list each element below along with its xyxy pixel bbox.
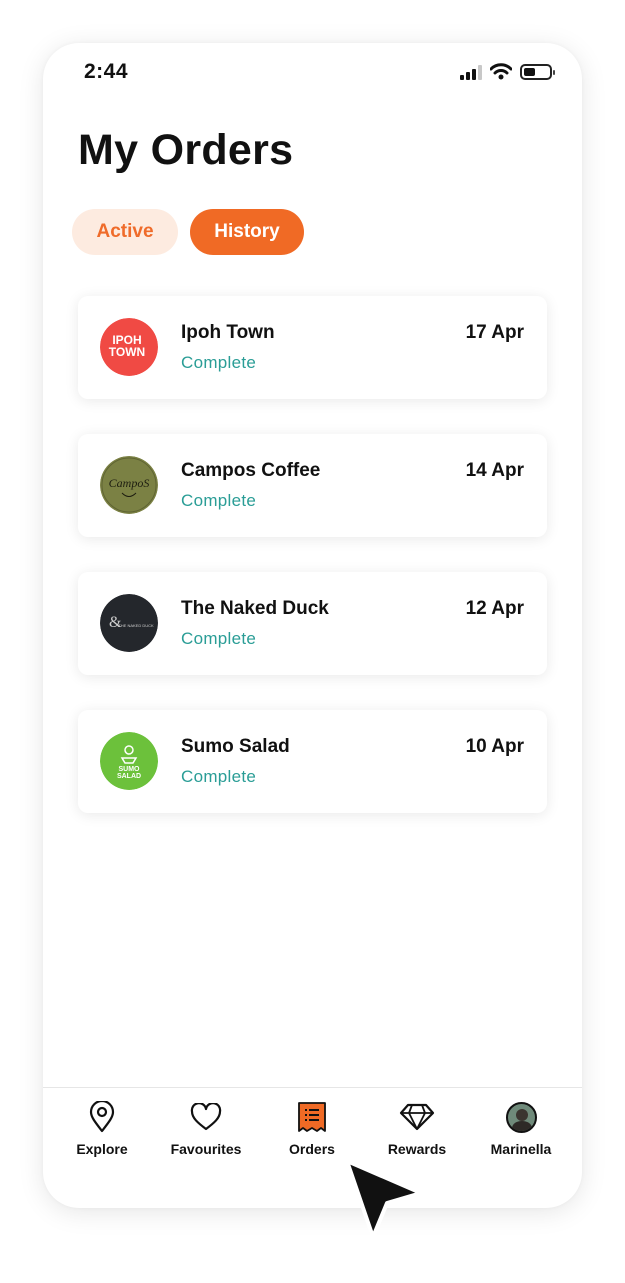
orders-list: IPOH TOWN Ipoh Town Complete 17 Apr Camp…: [78, 296, 547, 848]
phone-frame: 2:44 My Orders Active History IPOH TOWN: [43, 43, 582, 1208]
order-date: 10 Apr: [465, 736, 524, 757]
nav-favourites[interactable]: Favourites: [154, 1100, 258, 1157]
wifi-icon: [490, 63, 512, 80]
order-status: Complete: [181, 491, 257, 510]
cursor-arrow-icon: [345, 1159, 423, 1239]
nav-profile[interactable]: Marinella: [469, 1100, 573, 1157]
order-status: Complete: [181, 767, 257, 786]
svg-text:SUMO: SUMO: [119, 766, 141, 773]
order-card[interactable]: SUMO SALAD Sumo Salad Complete 10 Apr: [78, 710, 547, 813]
ipoh-town-logo: IPOH TOWN: [100, 318, 158, 376]
svg-text:TOWN: TOWN: [109, 345, 145, 359]
battery-icon: [520, 63, 555, 80]
nav-label: Explore: [76, 1141, 128, 1157]
nav-label: Favourites: [170, 1141, 242, 1157]
tab-history[interactable]: History: [190, 209, 304, 255]
svg-text:SALAD: SALAD: [117, 773, 141, 780]
status-icons: [460, 63, 555, 80]
svg-text:CampoS: CampoS: [109, 476, 150, 490]
order-card[interactable]: IPOH TOWN Ipoh Town Complete 17 Apr: [78, 296, 547, 399]
status-time: 2:44: [84, 60, 129, 83]
order-card[interactable]: CampoS Campos Coffee Complete 14 Apr: [78, 434, 547, 537]
restaurant-name: Sumo Salad: [181, 736, 290, 757]
nav-orders[interactable]: Orders: [260, 1100, 364, 1157]
order-tabs: Active History: [72, 209, 304, 255]
svg-text:THE NAKED DUCK: THE NAKED DUCK: [118, 623, 154, 628]
order-date: 14 Apr: [465, 460, 524, 481]
order-date: 17 Apr: [465, 322, 524, 343]
restaurant-name: The Naked Duck: [181, 598, 329, 619]
restaurant-name: Ipoh Town: [181, 322, 275, 343]
nav-label: Rewards: [387, 1141, 447, 1157]
nav-label: Marinella: [490, 1141, 552, 1157]
restaurant-name: Campos Coffee: [181, 460, 321, 481]
page-title: My Orders: [78, 126, 294, 174]
nav-label: Orders: [289, 1141, 335, 1157]
order-status: Complete: [181, 353, 257, 372]
order-status: Complete: [181, 629, 257, 648]
avatar: [505, 1101, 537, 1133]
signal-icon: [460, 64, 482, 80]
campos-coffee-logo: CampoS: [100, 456, 158, 514]
sumo-salad-logo: SUMO SALAD: [100, 732, 158, 790]
receipt-icon: [298, 1102, 326, 1132]
heart-icon: [190, 1103, 222, 1131]
order-date: 12 Apr: [465, 598, 524, 619]
nav-explore[interactable]: Explore: [50, 1100, 154, 1157]
diamond-icon: [399, 1103, 435, 1131]
bottom-nav: Explore Favourites Orders Rewards Marine…: [43, 1087, 582, 1208]
nav-rewards[interactable]: Rewards: [365, 1100, 469, 1157]
tab-active[interactable]: Active: [72, 209, 178, 255]
map-pin-icon: [89, 1101, 115, 1133]
naked-duck-logo: & THE NAKED DUCK: [100, 594, 158, 652]
order-card[interactable]: & THE NAKED DUCK The Naked Duck Complete…: [78, 572, 547, 675]
